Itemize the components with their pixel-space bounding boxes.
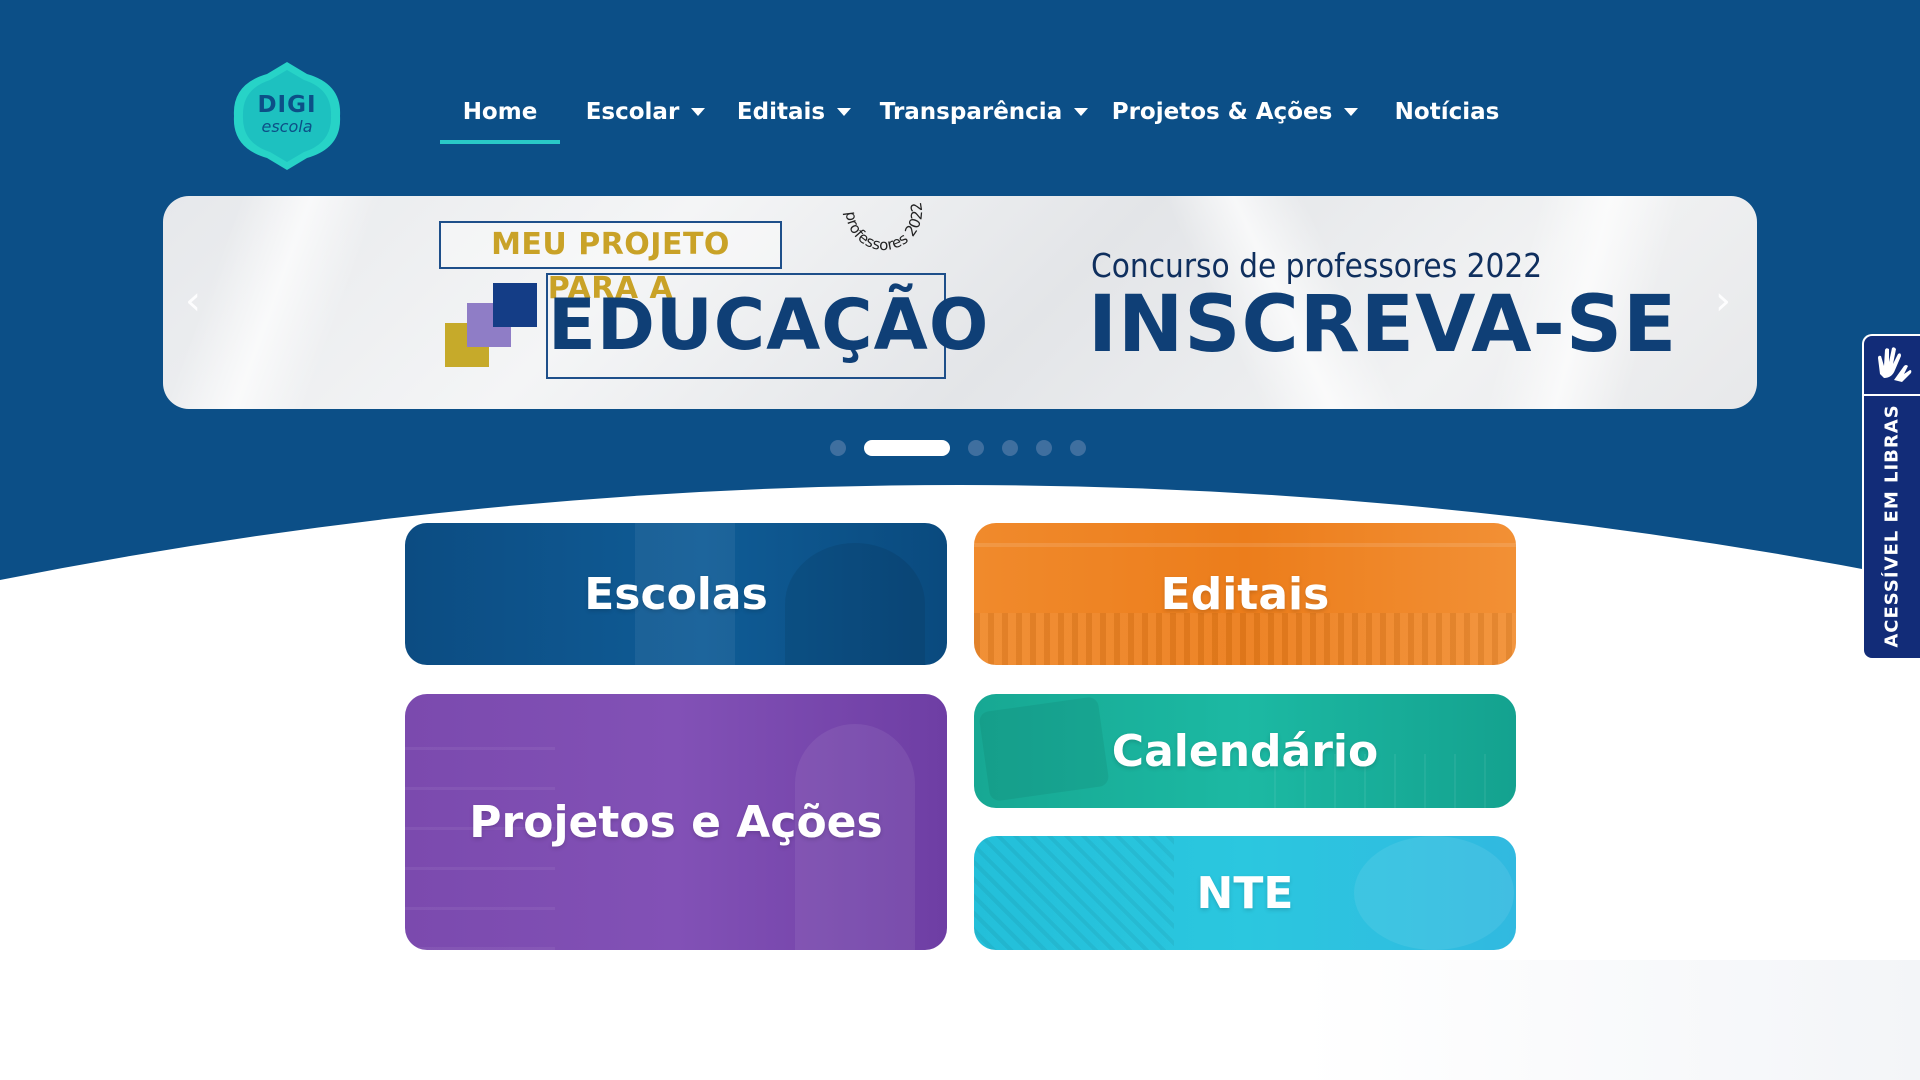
slider-next-button[interactable]: › bbox=[1713, 281, 1733, 321]
tile-photo-overlay bbox=[1354, 836, 1514, 950]
nav-label: Transparência bbox=[879, 99, 1063, 125]
tile-label: NTE bbox=[1196, 867, 1294, 919]
slide-squares-graphic bbox=[445, 283, 540, 373]
nav-label: Notícias bbox=[1394, 99, 1500, 125]
libras-label: ACESSÍVEL EM LIBRAS bbox=[1881, 404, 1903, 648]
slider-dot-active[interactable] bbox=[864, 440, 950, 456]
slider-dot[interactable] bbox=[1036, 440, 1052, 456]
tile-projetos-acoes[interactable]: Projetos e Ações bbox=[405, 694, 947, 950]
slide-title: EDUCAÇÃO bbox=[546, 273, 988, 379]
tile-nte[interactable]: NTE bbox=[974, 836, 1516, 950]
tile-photo-overlay bbox=[978, 696, 1110, 802]
tile-label: Projetos e Ações bbox=[469, 796, 883, 848]
divider bbox=[1864, 394, 1920, 396]
chevron-left-icon: ‹ bbox=[185, 278, 201, 324]
nav-item-projetos-acoes[interactable]: Projetos & Ações bbox=[1111, 86, 1359, 138]
tile-escolas[interactable]: Escolas bbox=[405, 523, 947, 665]
tile-photo-overlay bbox=[974, 836, 1174, 950]
slider-dot[interactable] bbox=[830, 440, 846, 456]
nav-label: Escolar bbox=[585, 99, 680, 125]
tile-calendario[interactable]: Calendário bbox=[974, 694, 1516, 808]
slide-kicker: MEU PROJETO PARA A bbox=[439, 221, 782, 306]
nav-label: Projetos & Ações bbox=[1111, 99, 1333, 125]
sign-language-hands-icon bbox=[1878, 347, 1912, 382]
tile-photo-overlay bbox=[785, 543, 925, 665]
slide-cta: INSCREVA-SE bbox=[1088, 280, 1678, 370]
bottom-fade bbox=[1300, 960, 1920, 1080]
svg-text:professores 2022: professores 2022 bbox=[842, 201, 927, 254]
slider-dot[interactable] bbox=[1070, 440, 1086, 456]
chevron-down-icon bbox=[1074, 108, 1089, 116]
slider-pagination bbox=[830, 440, 1104, 456]
tile-label: Editais bbox=[1160, 568, 1330, 620]
nav-label: Editais bbox=[736, 99, 826, 125]
hero-curve bbox=[0, 485, 1920, 610]
stamp-graphic: professores 2022 bbox=[842, 201, 927, 254]
chevron-down-icon bbox=[837, 108, 852, 116]
logo-wordmark: DIGI bbox=[257, 92, 317, 118]
nav-item-transparencia[interactable]: Transparência bbox=[877, 86, 1091, 138]
chevron-down-icon bbox=[1344, 108, 1359, 116]
libras-accessibility-tab[interactable]: ACESSÍVEL EM LIBRAS bbox=[1862, 334, 1920, 660]
nav-label: Home bbox=[462, 99, 538, 125]
tile-editais[interactable]: Editais bbox=[974, 523, 1516, 665]
stamp-text: professores 2022 bbox=[842, 201, 927, 254]
nav-item-noticias[interactable]: Notícias bbox=[1377, 86, 1517, 138]
chevron-down-icon bbox=[691, 108, 706, 116]
nav-item-home[interactable]: Home bbox=[440, 86, 560, 144]
hero-slider[interactable]: ‹ › MEU PROJETO PARA A EDUCAÇÃO professo… bbox=[163, 196, 1757, 409]
tile-label: Escolas bbox=[584, 568, 768, 620]
slider-dot[interactable] bbox=[1002, 440, 1018, 456]
slider-prev-button[interactable]: ‹ bbox=[183, 281, 203, 321]
slider-dot[interactable] bbox=[968, 440, 984, 456]
tile-photo-overlay bbox=[974, 613, 1516, 665]
main-nav: Home Escolar Editais Transparência Proje… bbox=[440, 86, 1517, 146]
tile-label: Calendário bbox=[1111, 725, 1379, 777]
square-shape bbox=[493, 283, 537, 327]
tile-photo-overlay bbox=[974, 543, 1516, 547]
logo-tagline: escola bbox=[261, 117, 313, 136]
chevron-right-icon: › bbox=[1715, 278, 1731, 324]
site-logo[interactable]: DIGI escola bbox=[232, 62, 342, 170]
nav-item-editais[interactable]: Editais bbox=[731, 86, 857, 138]
nav-item-escolar[interactable]: Escolar bbox=[570, 86, 721, 138]
